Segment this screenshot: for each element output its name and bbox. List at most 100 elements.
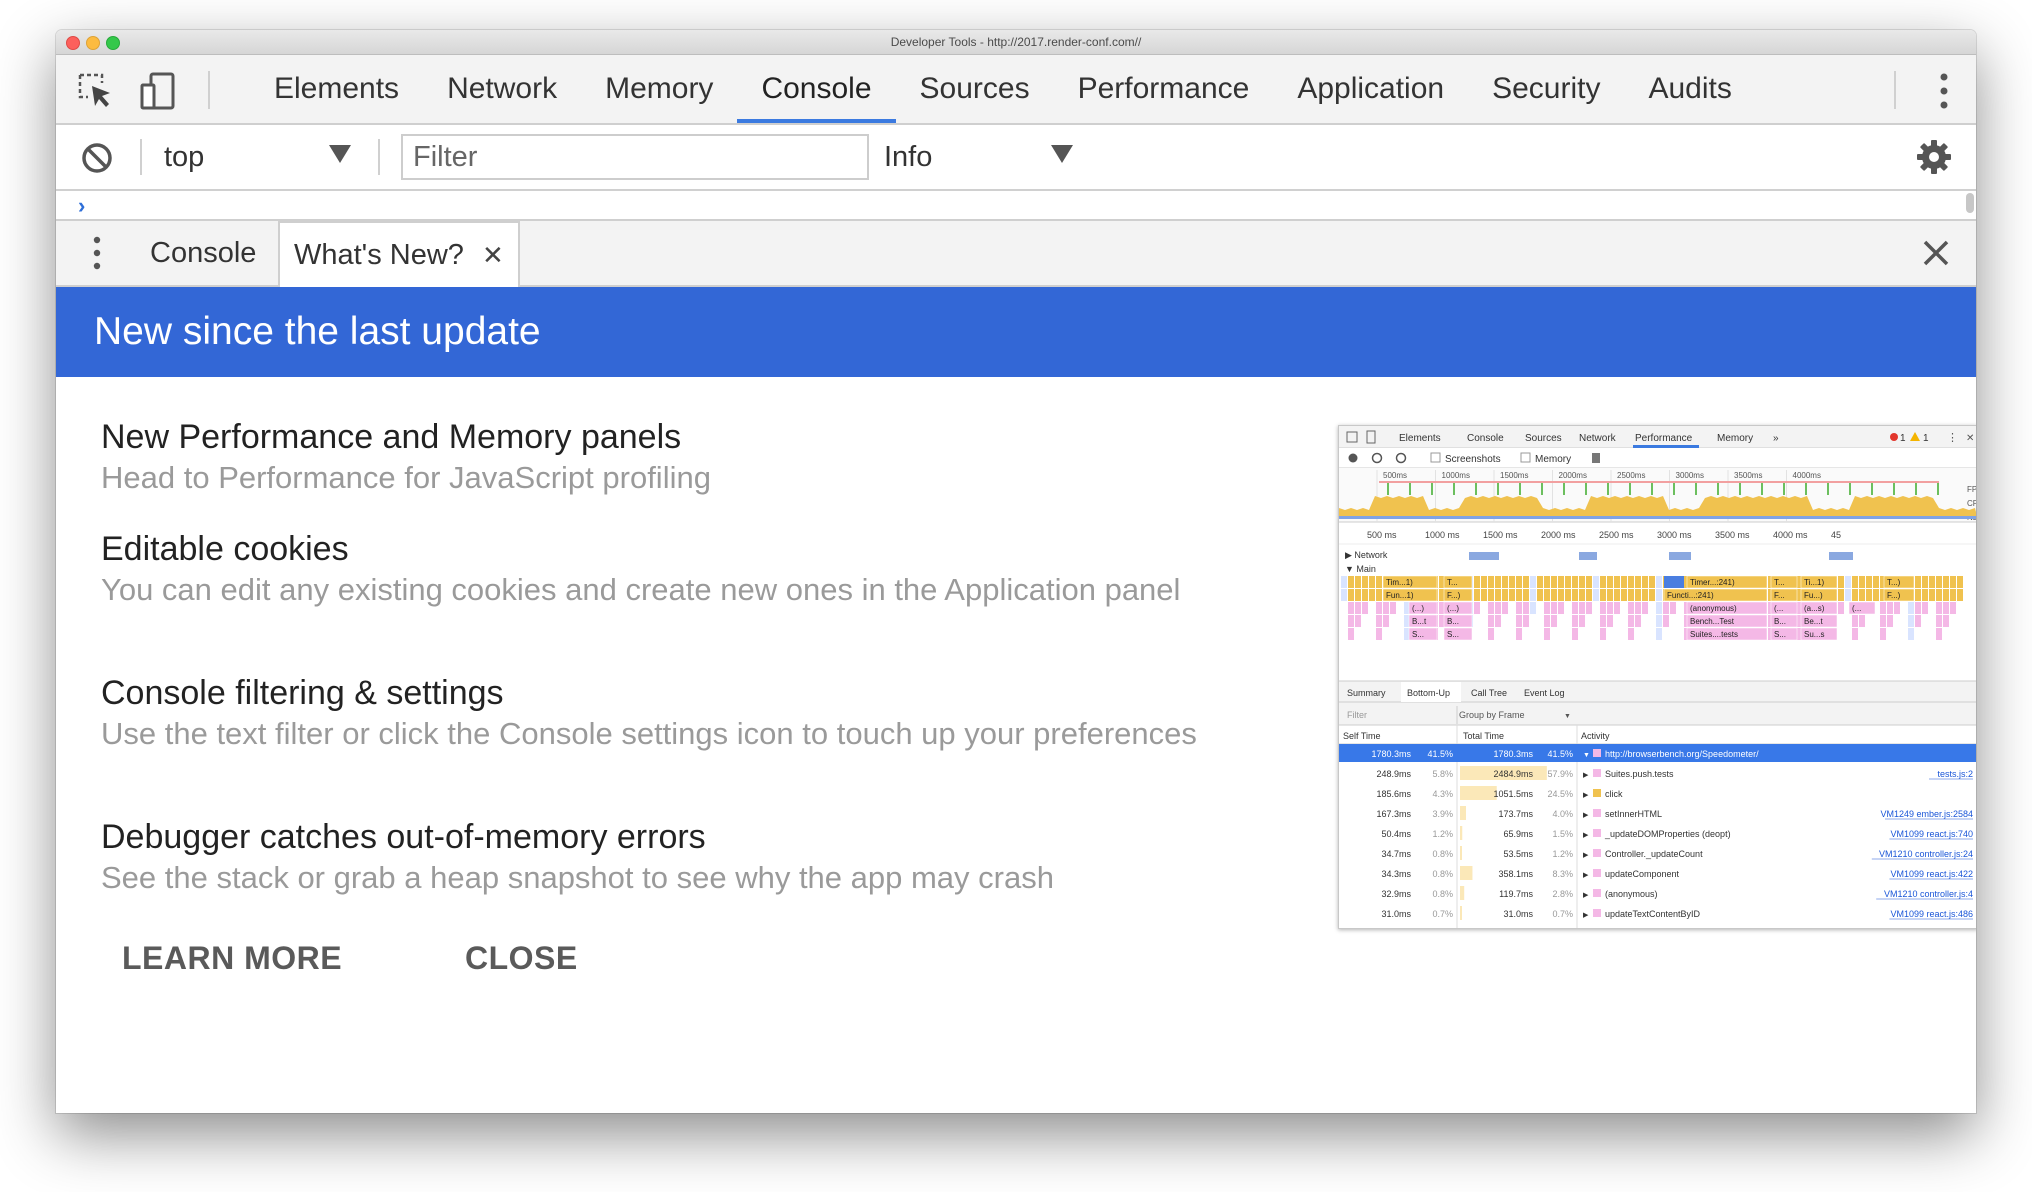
thumb-flame-label: Suites....tests [1690, 630, 1738, 639]
thumb-flame-cell [1642, 576, 1648, 588]
thumb-total-pct: 57.9% [1547, 769, 1573, 779]
close-button[interactable]: CLOSE [465, 940, 578, 977]
thumb-frame-marker [1541, 483, 1543, 495]
thumb-frame-marker [1519, 483, 1521, 495]
tab-memory[interactable]: Memory [581, 55, 737, 123]
thumb-flame-label: T...) [1887, 578, 1901, 587]
inspect-element-icon[interactable] [76, 71, 116, 111]
thumb-flame-cell [1355, 589, 1361, 601]
thumb-flame-label: (... [1852, 604, 1861, 613]
tab-network[interactable]: Network [423, 55, 581, 123]
item-subtitle: You can edit any existing cookies and cr… [101, 572, 1181, 607]
thumb-flame-cell [1600, 602, 1606, 614]
whats-new-item: Console filtering & settings Use the tex… [101, 673, 1241, 750]
thumb-flame-cell [1880, 602, 1886, 614]
thumb-flame-cell [1908, 628, 1914, 640]
thumb-flame-cell [1656, 628, 1662, 640]
clear-console-icon[interactable] [80, 141, 114, 175]
thumb-total-time: 53.5ms [1503, 849, 1533, 859]
thumb-flame-cell [1880, 628, 1886, 640]
tab-application[interactable]: Application [1273, 55, 1468, 123]
thumb-flame-cell [1908, 602, 1914, 614]
thumb-frame-marker [1651, 483, 1653, 495]
thumb-total-time: 31.0ms [1503, 909, 1533, 919]
device-toolbar-icon[interactable] [138, 71, 178, 111]
thumb-close-icon: ✕ [1966, 433, 1974, 444]
thumb-frame-marker [1915, 483, 1917, 495]
close-icon[interactable] [1920, 237, 1952, 269]
log-level-selector[interactable]: Info [884, 125, 932, 189]
thumb-self-time: 34.7ms [1381, 849, 1411, 859]
thumb-flame-cell [1502, 589, 1508, 601]
tab-performance[interactable]: Performance [1054, 55, 1274, 123]
thumb-option-label: Screenshots [1445, 454, 1501, 465]
thumb-flame-cell [1544, 602, 1550, 614]
drawer-tab-whats-new[interactable]: What's New? ✕ [278, 221, 520, 287]
thumb-timeline-tick: 3000 ms [1657, 530, 1692, 540]
close-icon[interactable]: ✕ [482, 240, 504, 270]
thumb-flame-cell [1530, 602, 1536, 614]
thumb-flame-cell [1600, 628, 1606, 640]
learn-more-button[interactable]: LEARN MORE [122, 940, 342, 977]
whats-new-content: New Performance and Memory panels Head t… [56, 377, 1976, 1077]
thumb-timeline-tick: 500 ms [1367, 530, 1397, 540]
thumb-flame-cell [1656, 602, 1662, 614]
thumb-flame-cell [1355, 615, 1361, 627]
thumb-flame-cell [1642, 589, 1648, 601]
thumb-tab-label: » [1773, 433, 1779, 444]
thumb-category-swatch [1593, 769, 1601, 777]
thumb-flame-cell [1607, 615, 1613, 627]
thumb-self-time: 185.6ms [1376, 789, 1411, 799]
thumb-flame-cell [1369, 576, 1375, 588]
thumb-frame-marker [1805, 483, 1807, 495]
filter-input[interactable] [401, 134, 869, 180]
panel-tabs: Elements Network Memory Console Sources … [250, 55, 1756, 123]
tab-security[interactable]: Security [1468, 55, 1624, 123]
item-subtitle: Head to Performance for JavaScript profi… [101, 460, 711, 495]
thumb-total-time: 2484.9ms [1493, 769, 1533, 779]
thumb-flame-label: (... [1774, 604, 1783, 613]
thumb-flame-cell [1586, 576, 1592, 588]
thumb-flame-cell [1600, 589, 1606, 601]
tab-console[interactable]: Console [737, 55, 896, 123]
thumb-flame-cell [1488, 589, 1494, 601]
more-vert-icon[interactable] [92, 235, 102, 271]
thumb-network-request [1829, 552, 1853, 560]
thumb-flame-cell [1579, 576, 1585, 588]
thumb-self-time: 32.9ms [1381, 889, 1411, 899]
thumb-flame-cell [1362, 589, 1368, 601]
thumb-flame-cell [1663, 602, 1669, 614]
thumb-tab-label: Memory [1717, 433, 1753, 444]
tab-sources[interactable]: Sources [896, 55, 1054, 123]
thumb-flame-cell [1362, 602, 1368, 614]
thumb-source-link: VM1099 react.js:486 [1890, 909, 1973, 919]
thumb-flame-cell [1957, 589, 1963, 601]
thumb-flame-cell [1341, 576, 1347, 588]
thumb-self-pct: 0.8% [1432, 849, 1453, 859]
thumb-flame-cell [1362, 576, 1368, 588]
drawer-tab-console[interactable]: Console [136, 221, 270, 285]
tab-elements[interactable]: Elements [250, 55, 423, 123]
thumb-total-pct: 24.5% [1547, 789, 1573, 799]
thumb-flame-cell [1544, 628, 1550, 640]
chevron-down-icon[interactable] [1051, 145, 1073, 163]
console-output[interactable]: › [56, 191, 1976, 221]
thumb-frame-marker [1849, 483, 1851, 495]
chevron-down-icon[interactable] [329, 145, 351, 163]
thumb-flame-cell [1572, 628, 1578, 640]
thumb-flame-cell [1621, 576, 1627, 588]
more-vert-icon[interactable] [1938, 71, 1950, 111]
thumb-total-bar [1460, 806, 1466, 820]
thumb-flame-cell [1488, 602, 1494, 614]
tab-audits[interactable]: Audits [1624, 55, 1755, 123]
thumb-source-link: VM1099 react.js:422 [1890, 869, 1973, 879]
thumb-flame-cell [1894, 602, 1900, 614]
thumb-timeline-tick: 1500 ms [1483, 530, 1518, 540]
thumb-flame-label: Functi...:241) [1667, 591, 1714, 600]
thumb-total-bar [1460, 826, 1463, 840]
thumb-flame-cell [1488, 615, 1494, 627]
thumb-flame-cell [1663, 615, 1669, 627]
scrollbar[interactable] [1966, 193, 1974, 213]
gear-icon[interactable] [1916, 139, 1952, 175]
thumb-category-swatch [1593, 829, 1601, 837]
